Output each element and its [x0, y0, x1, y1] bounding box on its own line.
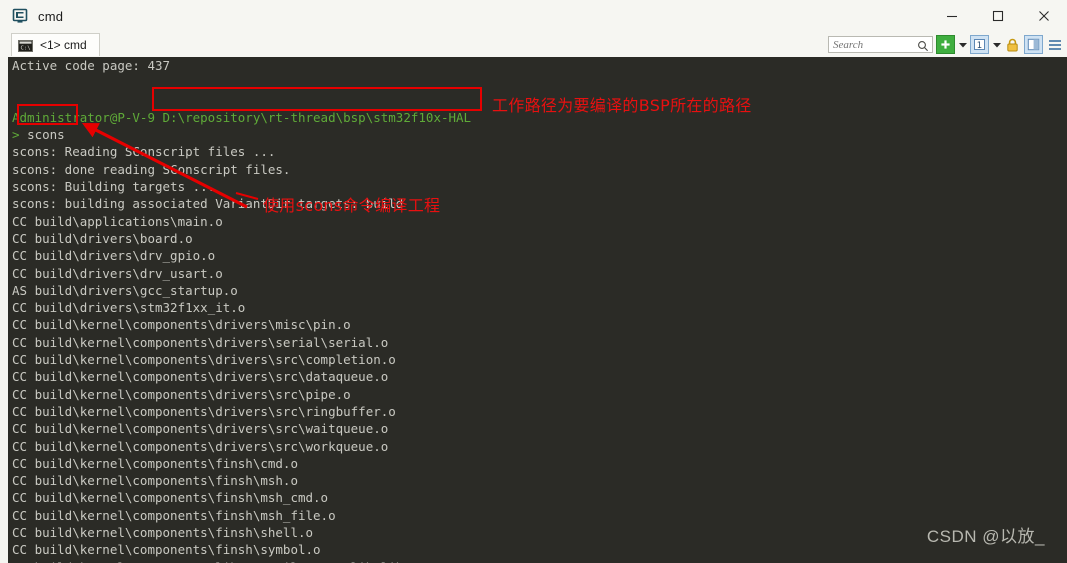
- new-console-caret-icon[interactable]: [958, 36, 967, 53]
- terminal-line: CC build\kernel\components\drivers\misc\…: [12, 317, 351, 333]
- terminal-line: CC build\kernel\components\drivers\src\w…: [12, 421, 389, 437]
- terminal-panel[interactable]: Active code page: 437 Administrator@P-V-…: [8, 57, 1067, 563]
- terminal-line: CC build\kernel\components\drivers\src\r…: [12, 403, 396, 419]
- terminal-line: CC build\drivers\stm32f1xx_it.o: [12, 300, 246, 316]
- search-input[interactable]: [833, 38, 917, 51]
- maximize-icon[interactable]: [975, 0, 1021, 32]
- active-console-button[interactable]: 1: [970, 35, 989, 54]
- terminal-line: scons: Reading SConscript files ...: [12, 144, 276, 160]
- terminal-line: CC build\kernel\components\drivers\src\d…: [12, 369, 389, 385]
- terminal-line: scons: building associated VariantDir ta…: [12, 196, 404, 212]
- terminal-line: CC build\drivers\drv_usart.o: [12, 265, 223, 281]
- terminal-line: CC build\kernel\components\libc\compiler…: [8, 559, 1067, 563]
- terminal-line: CC build\kernel\components\finsh\cmd.o: [12, 455, 298, 471]
- search-icon: [917, 39, 929, 51]
- terminal-command-line: > scons: [8, 126, 1067, 143]
- terminal-line: scons: done reading SConscript files.: [12, 161, 291, 177]
- window-title: cmd: [38, 8, 64, 24]
- console-icon: [12, 8, 28, 24]
- conemu-window: cmd C:\ <1> cmd Search 1 Active code pag…: [0, 0, 1067, 563]
- annotation-text-path: 工作路径为要编译的BSP所在的路径: [492, 96, 752, 115]
- new-console-button[interactable]: [936, 35, 955, 54]
- terminal-line: CC build\kernel\components\drivers\src\c…: [12, 352, 396, 368]
- terminal-line: CC build\kernel\components\finsh\shell.o: [12, 525, 314, 541]
- window-controls: [929, 0, 1067, 32]
- tab-label: <1> cmd: [40, 38, 87, 52]
- cmd-tab-icon: C:\: [18, 39, 33, 52]
- hamburger-menu-icon[interactable]: [1046, 36, 1063, 53]
- tab-cmd-1[interactable]: C:\ <1> cmd: [11, 33, 100, 56]
- close-icon[interactable]: [1021, 0, 1067, 32]
- terminal-line: scons: Building targets ...: [12, 179, 216, 195]
- terminal-line-codepage: Active code page: 437: [12, 58, 171, 73]
- terminal-line: CC build\kernel\components\finsh\msh_cmd…: [12, 490, 329, 506]
- terminal-line: AS build\drivers\gcc_startup.o: [12, 282, 238, 298]
- lock-icon[interactable]: [1004, 36, 1021, 53]
- minimize-icon[interactable]: [929, 0, 975, 32]
- terminal-line: CC build\kernel\components\drivers\src\p…: [12, 386, 351, 402]
- terminal-line: CC build\drivers\board.o: [12, 230, 193, 246]
- split-view-icon[interactable]: [1024, 35, 1043, 54]
- terminal-line: CC build\kernel\components\finsh\symbol.…: [12, 542, 321, 558]
- prompt-command: scons: [27, 127, 65, 143]
- tab-bar: C:\ <1> cmd Search 1: [0, 32, 1067, 57]
- title-bar: cmd: [0, 0, 1067, 32]
- active-console-caret-icon[interactable]: [992, 36, 1001, 53]
- terminal-line: CC build\drivers\drv_gpio.o: [12, 248, 216, 264]
- prompt-user-host: Administrator@P-V-9: [12, 109, 163, 125]
- prompt-path: D:\repository\rt-thread\bsp\stm32f10x-HA…: [162, 109, 472, 125]
- svg-text:C:\: C:\: [21, 45, 31, 51]
- watermark: CSDN @以放_: [926, 527, 1045, 546]
- terminal-line: CC build\kernel\components\finsh\msh_fil…: [12, 507, 336, 523]
- terminal-line: CC build\kernel\components\finsh\msh.o: [12, 473, 298, 489]
- search-box[interactable]: [828, 36, 933, 53]
- svg-text:1: 1: [977, 41, 982, 51]
- terminal-output: Active code page: 437 Administrator@P-V-…: [8, 57, 1067, 563]
- terminal-line: CC build\kernel\components\drivers\seria…: [12, 334, 389, 350]
- prompt-marker: >: [12, 127, 28, 143]
- terminal-line: CC build\applications\main.o: [12, 213, 223, 229]
- tab-toolbar: 1: [828, 34, 1063, 55]
- terminal-line: CC build\kernel\components\drivers\src\w…: [12, 438, 389, 454]
- annotation-text-scons: 使用scons命令编译工程: [263, 196, 441, 215]
